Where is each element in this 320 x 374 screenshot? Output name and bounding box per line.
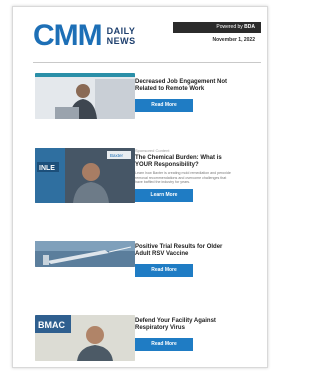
read-more-button[interactable]: Read More <box>135 338 193 351</box>
powered-by-bar: Powered by BDA <box>173 22 261 33</box>
learn-more-button[interactable]: Learn More <box>135 188 193 202</box>
article-description: Learn how Baxter is creating mold remedi… <box>135 171 231 185</box>
man-at-laptop-image <box>35 73 135 119</box>
article-title[interactable]: The Chemical Burden: What is YOUR Respon… <box>135 155 235 169</box>
header-divider <box>33 62 261 63</box>
cmm-daily-news-logo[interactable]: CMM DAILY NEWS <box>33 21 136 51</box>
logo-subtitle: DAILY NEWS <box>107 26 136 46</box>
newsletter-page: CMM DAILY NEWS Powered by BDA November 1… <box>12 6 268 368</box>
issue-date: November 1, 2022 <box>212 37 255 43</box>
article-info: Defend Your Facility Against Respiratory… <box>135 318 235 351</box>
article-thumbnail[interactable] <box>35 241 135 267</box>
thumb-badge: INLE <box>39 165 55 172</box>
read-more-button[interactable]: Read More <box>135 264 193 277</box>
logo-line-daily: DAILY <box>106 26 136 36</box>
article-info: Sponsored Content The Chemical Burden: W… <box>135 148 235 202</box>
article-title[interactable]: Positive Trial Results for Older Adult R… <box>135 244 235 258</box>
article-thumbnail[interactable]: BMAC <box>35 315 135 361</box>
thumb-badge: BMAC <box>38 320 65 330</box>
powered-by-label: Powered by <box>216 24 243 30</box>
video-presenter-image: INLE Baxter <box>35 148 135 203</box>
sponsored-label: Sponsored Content <box>135 148 170 153</box>
article-title[interactable]: Defend Your Facility Against Respiratory… <box>135 318 235 332</box>
thumb-logo: Baxter <box>110 153 124 158</box>
article-thumbnail[interactable]: INLE Baxter <box>35 148 135 203</box>
read-more-button[interactable]: Read More <box>135 99 193 112</box>
logo-mark: CMM <box>33 19 103 52</box>
logo-line-news: NEWS <box>106 36 136 46</box>
vaccine-syringe-image <box>35 241 135 267</box>
article-info: Positive Trial Results for Older Adult R… <box>135 244 235 277</box>
article-title[interactable]: Decreased Job Engagement Not Related to … <box>135 79 235 93</box>
article-thumbnail[interactable] <box>35 73 135 119</box>
powered-by-brand: BDA <box>244 24 255 30</box>
speaker-portrait-image: BMAC <box>35 315 135 361</box>
article-info: Decreased Job Engagement Not Related to … <box>135 79 235 112</box>
newsletter-header: CMM DAILY NEWS Powered by BDA November 1… <box>13 7 267 65</box>
